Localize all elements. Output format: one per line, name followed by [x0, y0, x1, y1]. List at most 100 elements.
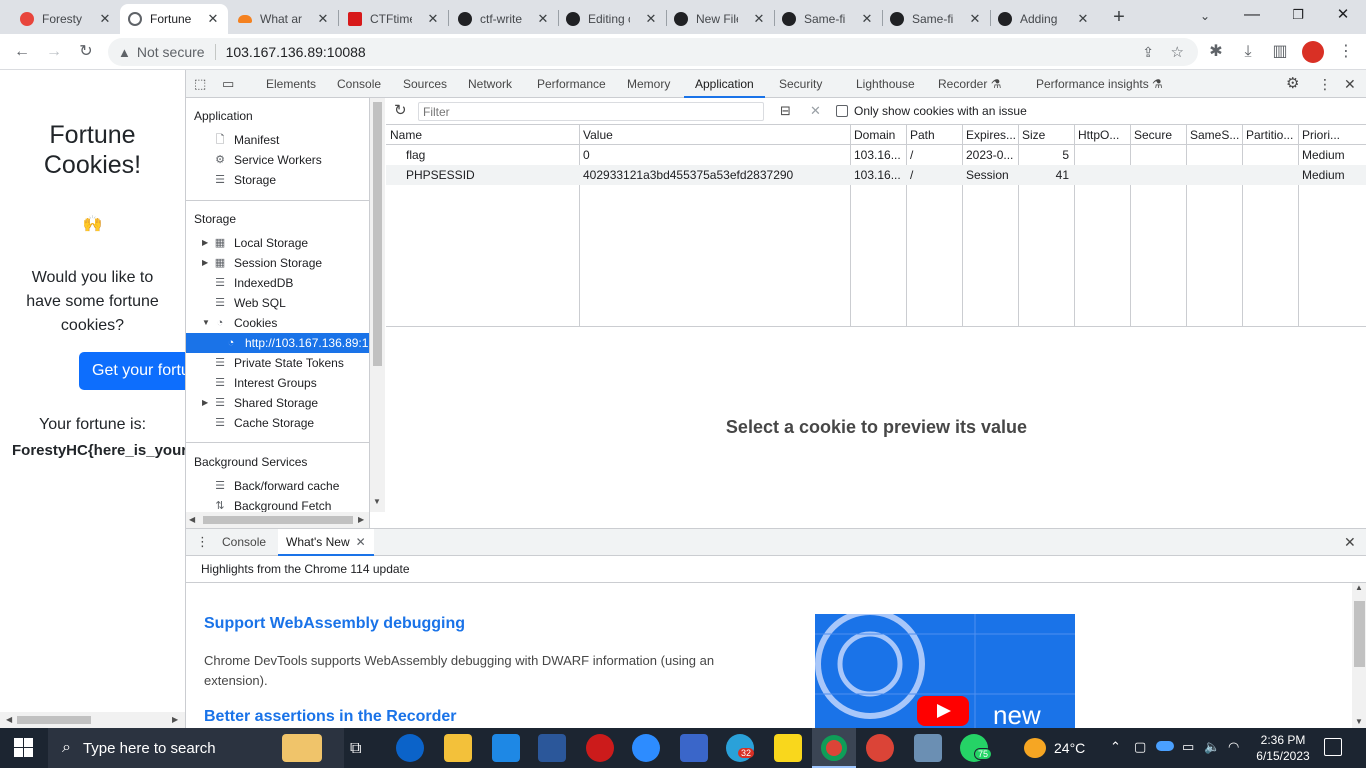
tab-elements[interactable]: Elements — [266, 70, 316, 98]
volume-icon[interactable]: 🔈 — [1204, 739, 1220, 755]
chrome-profile-icon[interactable] — [866, 734, 894, 762]
task-view-icon[interactable]: ⧉ — [350, 740, 361, 758]
close-devtools-icon[interactable]: ✕ — [1344, 76, 1356, 92]
column-header-httponly[interactable]: HttpO... — [1078, 125, 1128, 145]
tab-application[interactable]: Application — [684, 70, 765, 98]
youtube-play-icon[interactable] — [917, 696, 969, 726]
show-hidden-icons-icon[interactable]: ⌃ — [1110, 739, 1121, 755]
close-icon[interactable]: ✕ — [968, 11, 982, 27]
notifications-icon[interactable] — [1324, 738, 1342, 756]
drawer-tab-console[interactable]: Console — [222, 529, 266, 556]
close-tab-icon[interactable]: ✕ — [356, 529, 366, 554]
restore-icon[interactable]: ❐ — [1288, 4, 1308, 26]
sidebar-item-cookie-origin[interactable]: ◔ http://103.167.136.89:1 — [186, 333, 369, 353]
app-icon[interactable] — [914, 734, 942, 762]
column-header-domain[interactable]: Domain — [854, 125, 904, 145]
tab-memory[interactable]: Memory — [627, 70, 670, 98]
whats-new-video-thumbnail[interactable]: new — [815, 614, 1075, 729]
menu-icon[interactable]: ⋮ — [1336, 42, 1356, 62]
table-row[interactable]: PHPSESSID 402933121a3bd455375a53efd28372… — [386, 165, 1366, 185]
whatsapp-icon[interactable]: 75 — [960, 734, 993, 762]
sidebar-item-interest-groups[interactable]: ☰ Interest Groups — [213, 373, 317, 393]
store-icon[interactable] — [680, 734, 708, 762]
whats-new-link-webassembly[interactable]: Support WebAssembly debugging — [204, 615, 465, 633]
inspect-element-icon[interactable]: ⬚ — [194, 76, 210, 92]
telegram-icon[interactable]: 32 — [726, 734, 755, 762]
browser-tab[interactable]: Foresty ✕ — [12, 4, 120, 34]
tab-console[interactable]: Console — [337, 70, 381, 98]
tab-search-icon[interactable]: ⌄ — [1196, 6, 1214, 26]
close-icon[interactable]: ✕ — [206, 11, 220, 27]
windows-start-icon[interactable] — [14, 738, 34, 758]
scrollbar-thumb[interactable] — [203, 516, 353, 524]
back-icon[interactable]: ← — [12, 42, 32, 62]
close-icon[interactable]: ✕ — [1076, 11, 1090, 27]
sidebar-item-private-state-tokens[interactable]: ☰ Private State Tokens — [213, 353, 344, 373]
drawer-tab-whats-new[interactable]: What's New ✕ — [278, 529, 374, 556]
window-close-icon[interactable]: ✕ — [1333, 4, 1353, 26]
sidebar-item-session-storage[interactable]: ▦ Session Storage — [213, 253, 322, 273]
scrollbar-thumb[interactable] — [17, 716, 91, 724]
sidebar-item-cache-storage[interactable]: ☰ Cache Storage — [213, 413, 314, 433]
column-header-partition[interactable]: Partitio... — [1246, 125, 1296, 145]
tab-security[interactable]: Security — [779, 70, 822, 98]
tab-lighthouse[interactable]: Lighthouse — [856, 70, 915, 98]
sidebar-item-cookies[interactable]: ◔ Cookies — [213, 313, 278, 333]
browser-tab[interactable]: What are ✕ — [230, 4, 338, 34]
browser-tab[interactable]: Editing c ✕ — [558, 4, 666, 34]
only-issues-checkbox[interactable] — [836, 105, 848, 117]
table-row[interactable]: flag 0 103.16... / 2023-0... 5 Medium — [386, 145, 1366, 165]
scrollbar-thumb[interactable] — [373, 102, 382, 366]
tab-performance[interactable]: Performance — [537, 70, 606, 98]
expand-arrow-icon[interactable]: ▶ — [202, 238, 208, 247]
chrome-taskbar-active[interactable] — [812, 728, 856, 768]
tab-sources[interactable]: Sources — [403, 70, 447, 98]
sidebar-item-local-storage[interactable]: ▦ Local Storage — [213, 233, 308, 253]
sidebar-item-manifest[interactable]: 🗋 Manifest — [213, 130, 280, 150]
close-icon[interactable]: ✕ — [644, 11, 658, 27]
scrollbar-thumb[interactable] — [1354, 601, 1365, 667]
wifi-icon[interactable]: ◠ — [1228, 739, 1239, 755]
browser-tab-active[interactable]: Fortune ✕ — [120, 4, 228, 34]
zoom-icon[interactable] — [632, 734, 660, 762]
system-clock[interactable]: 2:36 PM 6/15/2023 — [1250, 732, 1316, 764]
close-icon[interactable]: ✕ — [752, 11, 766, 27]
column-header-size[interactable]: Size — [1022, 125, 1072, 145]
close-icon[interactable]: ✕ — [536, 11, 550, 27]
sidebar-item-web-sql[interactable]: ☰ Web SQL — [213, 293, 286, 313]
taskbar-search-box[interactable]: ⌕ Type here to search — [48, 728, 344, 768]
address-bar[interactable]: ▲ Not secure 103.167.136.89:10088 ⇪ ☆ — [108, 38, 1198, 66]
whats-new-link-recorder[interactable]: Better assertions in the Recorder — [204, 708, 457, 726]
opera-icon[interactable] — [586, 734, 614, 762]
battery-icon[interactable]: ▭ — [1182, 739, 1194, 755]
column-header-value[interactable]: Value — [583, 125, 847, 145]
sidebar-vertical-scrollbar[interactable]: ▼ — [370, 98, 385, 512]
page-horizontal-scrollbar[interactable]: ◀ ▶ — [0, 712, 185, 728]
download-icon[interactable]: ⤓ — [1238, 42, 1258, 62]
drawer-menu-icon[interactable]: ⋮ — [196, 535, 209, 549]
warning-icon[interactable]: ▲ — [118, 45, 131, 60]
close-icon[interactable]: ✕ — [426, 11, 440, 27]
onedrive-icon[interactable] — [1156, 741, 1174, 751]
close-drawer-icon[interactable]: ✕ — [1344, 535, 1356, 549]
settings-gear-icon[interactable]: ⚙ — [1286, 76, 1299, 92]
expand-arrow-icon[interactable]: ▶ — [202, 258, 208, 267]
browser-tab[interactable]: CTFtime ✕ — [340, 4, 448, 34]
file-explorer-icon[interactable] — [444, 734, 472, 762]
browser-tab[interactable]: Same-fil ✕ — [882, 4, 990, 34]
browser-tab[interactable]: New File ✕ — [666, 4, 774, 34]
avatar[interactable] — [1302, 41, 1324, 63]
browser-tab[interactable]: Same-fil ✕ — [774, 4, 882, 34]
sidebar-item-indexeddb[interactable]: ☰ IndexedDB — [213, 273, 293, 293]
expand-arrow-icon[interactable]: ▶ — [202, 398, 208, 407]
column-header-path[interactable]: Path — [910, 125, 960, 145]
get-fortune-button[interactable]: Get your fortune — [79, 352, 185, 390]
weather-temperature[interactable]: 24°C — [1054, 740, 1085, 756]
weather-icon[interactable] — [1024, 738, 1046, 758]
column-header-name[interactable]: Name — [390, 125, 576, 145]
meet-now-icon[interactable]: ▢ — [1134, 739, 1146, 755]
column-header-samesite[interactable]: SameS... — [1190, 125, 1240, 145]
sidebar-horizontal-scrollbar[interactable]: ◀ ▶ — [186, 512, 369, 528]
mail-icon[interactable] — [492, 734, 520, 762]
tab-network[interactable]: Network — [468, 70, 512, 98]
